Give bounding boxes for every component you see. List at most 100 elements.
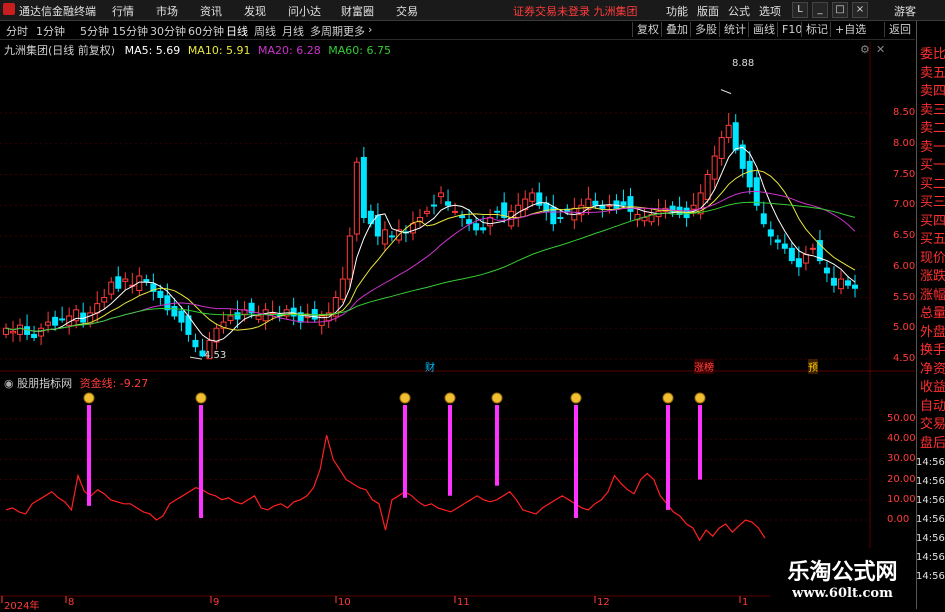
price-tick-label: 8.50	[893, 107, 916, 118]
indicator-tick-label: 0.00	[887, 514, 910, 525]
side-panel-item[interactable]: 涨幅	[920, 286, 945, 305]
signal-bar	[199, 405, 203, 518]
side-panel-item[interactable]: 净资	[920, 360, 945, 379]
watermark: 乐淘公式网 www.60lt.com	[770, 548, 915, 608]
side-panel-item[interactable]: 买四	[920, 212, 945, 231]
trade-time-label: 14:56	[916, 495, 945, 506]
candle-body	[59, 318, 66, 321]
candle-body	[234, 312, 241, 320]
indicator-tick-label: 50.00	[887, 413, 916, 424]
date-tick-label: 10	[338, 597, 351, 608]
candle-body	[227, 315, 234, 322]
trade-time-label: 14:56	[916, 514, 945, 525]
trade-time-label: 14:56	[916, 533, 945, 544]
candle-body	[690, 204, 697, 210]
candle-body	[852, 284, 858, 289]
candle-body	[844, 280, 851, 286]
date-tick-label: 12	[597, 597, 610, 608]
candle-body	[606, 204, 613, 207]
fund-line	[5, 435, 766, 542]
candle-body	[346, 235, 353, 280]
candle-body	[529, 192, 536, 202]
side-panel-item[interactable]: 交易	[920, 415, 945, 434]
marker-gain-list[interactable]: 涨榜	[694, 359, 714, 374]
side-panel-item[interactable]: 收益	[920, 378, 945, 397]
candle-body	[101, 297, 108, 303]
watermark-url: www.60lt.com	[792, 586, 893, 601]
candle-body	[339, 278, 346, 300]
high-arrow	[720, 89, 732, 95]
low-price-label: 4.53	[204, 350, 227, 361]
indicator-tick-label: 40.00	[887, 433, 916, 445]
indicator-tick-label: 30.00	[887, 453, 916, 465]
money-bag-icon	[195, 392, 207, 404]
candle-body	[108, 281, 115, 295]
side-panel-item[interactable]: 现价	[920, 249, 945, 268]
side-panel-item[interactable]: 涨跌	[920, 267, 945, 286]
candle-body	[10, 330, 17, 334]
date-tick-label: 11	[457, 597, 470, 608]
trade-time-label: 14:56	[916, 552, 945, 563]
candle-body	[115, 276, 122, 289]
side-panel-item[interactable]: 买三	[920, 193, 945, 212]
signal-bar	[87, 405, 91, 506]
signal-bar	[574, 405, 578, 518]
candle-body	[718, 137, 725, 159]
candle-body	[767, 229, 774, 237]
side-panel-item[interactable]: 买二	[920, 175, 945, 194]
money-bag-icon	[491, 392, 503, 404]
side-panel-item[interactable]: 自动	[920, 397, 945, 416]
candle-body	[213, 327, 220, 343]
price-tick-label: 6.00	[893, 260, 916, 272]
signal-bar	[698, 405, 702, 480]
signal-bar	[448, 405, 452, 496]
candle-body	[620, 201, 627, 206]
side-panel-item[interactable]: 换手	[920, 341, 945, 360]
candle-body	[192, 339, 199, 348]
side-panel-item[interactable]: 卖二	[920, 119, 945, 138]
candle-body	[746, 160, 753, 188]
candle-body	[157, 290, 164, 299]
ma5-line	[5, 146, 856, 342]
candle-body	[122, 278, 129, 282]
date-tick-label: 2024年	[4, 601, 40, 612]
candle-body	[732, 122, 739, 151]
candle-body	[760, 213, 767, 225]
ma10-line	[5, 169, 856, 332]
candle-body	[17, 324, 24, 335]
signal-bar	[666, 405, 670, 510]
candle-body	[438, 192, 445, 198]
date-tick-label: 8	[68, 597, 75, 608]
price-tick-label: 5.50	[893, 291, 916, 303]
moving-average-lines	[5, 146, 856, 342]
indicator-series	[5, 392, 766, 542]
money-bag-icon	[83, 392, 95, 404]
candle-body	[445, 201, 452, 206]
candle-body	[466, 219, 473, 225]
side-panel-item[interactable]: 买五	[920, 230, 945, 249]
side-panel-item[interactable]: 卖一	[920, 138, 945, 157]
price-tick-label: 5.00	[893, 322, 916, 334]
side-panel-item[interactable]: 外盘	[920, 323, 945, 342]
side-panel-item[interactable]: 委比	[920, 45, 945, 64]
side-panel-item[interactable]: 卖五	[920, 64, 945, 83]
candle-body	[473, 223, 480, 231]
candle-body	[802, 253, 809, 264]
side-panel-item[interactable]: 盘后	[920, 434, 945, 453]
candle-body	[823, 267, 830, 274]
candle-body	[788, 247, 795, 262]
candle-body	[557, 217, 564, 220]
price-tick-label: 6.50	[893, 230, 916, 241]
money-bag-icon	[694, 392, 706, 404]
side-panel-item[interactable]: 卖三	[920, 101, 945, 120]
side-panel-item[interactable]: 总量	[920, 304, 945, 323]
candle-body	[641, 217, 648, 222]
marker-finance[interactable]: 财	[425, 359, 435, 374]
money-bag-icon	[570, 392, 582, 404]
side-panel-item[interactable]: 买一	[920, 156, 945, 175]
marker-forecast[interactable]: 预	[808, 359, 818, 374]
candle-body	[38, 327, 45, 337]
candle-body	[52, 316, 59, 326]
candle-body	[837, 278, 844, 290]
side-panel-item[interactable]: 卖四	[920, 82, 945, 101]
